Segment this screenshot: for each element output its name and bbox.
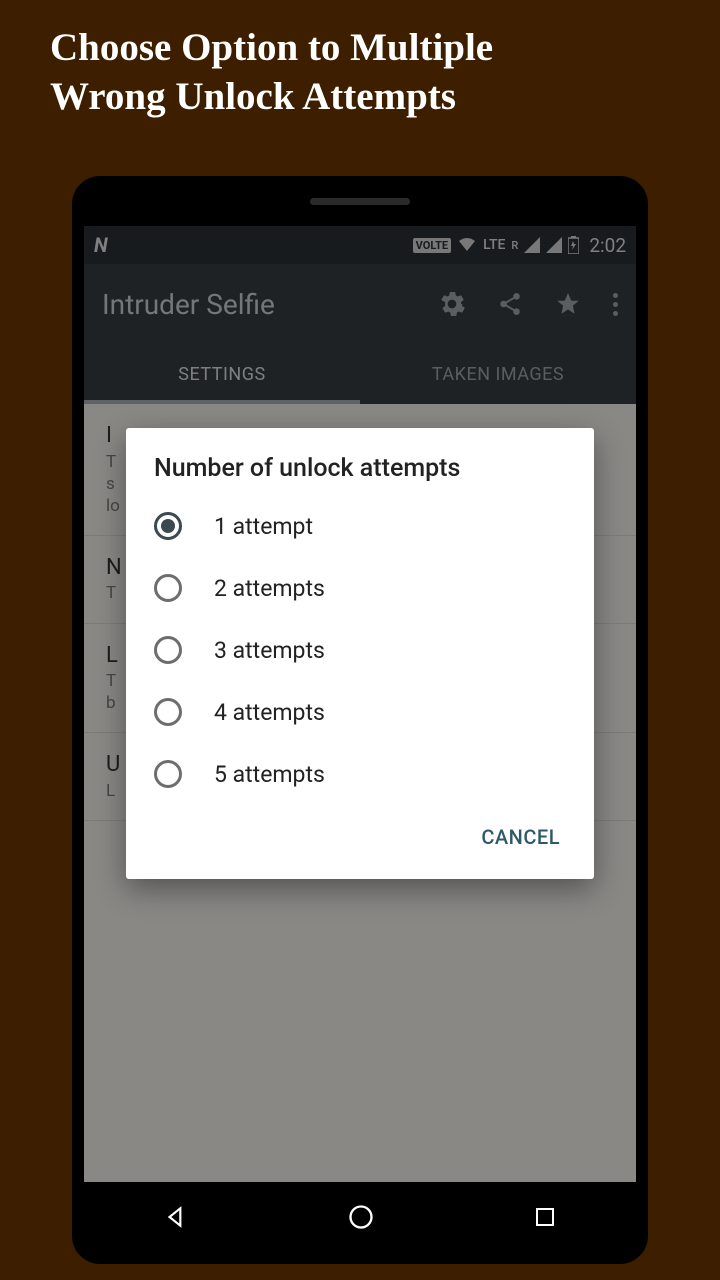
radio-option-3-attempts[interactable]: 3 attempts [126,619,594,681]
device-screen: N VOLTE LTE R 2:02 Intruder Selfie [84,226,636,1182]
home-icon[interactable] [347,1203,375,1231]
radio-icon [154,698,182,726]
attempts-dialog: Number of unlock attempts 1 attempt 2 at… [126,428,594,879]
cancel-button[interactable]: CANCEL [469,815,572,859]
radio-option-5-attempts[interactable]: 5 attempts [126,743,594,805]
radio-icon [154,760,182,788]
recent-apps-icon[interactable] [533,1205,557,1229]
modal-overlay[interactable]: Number of unlock attempts 1 attempt 2 at… [84,226,636,1182]
radio-icon [154,636,182,664]
promo-heading: Choose Option to Multiple Wrong Unlock A… [0,0,720,132]
dialog-title: Number of unlock attempts [126,454,594,495]
radio-option-1-attempt[interactable]: 1 attempt [126,495,594,557]
device-speaker [310,198,410,205]
radio-option-4-attempts[interactable]: 4 attempts [126,681,594,743]
radio-icon [154,512,182,540]
back-icon[interactable] [163,1204,189,1230]
radio-icon [154,574,182,602]
device-frame: N VOLTE LTE R 2:02 Intruder Selfie [72,176,648,1264]
android-nav-bar [84,1182,636,1252]
radio-option-2-attempts[interactable]: 2 attempts [126,557,594,619]
